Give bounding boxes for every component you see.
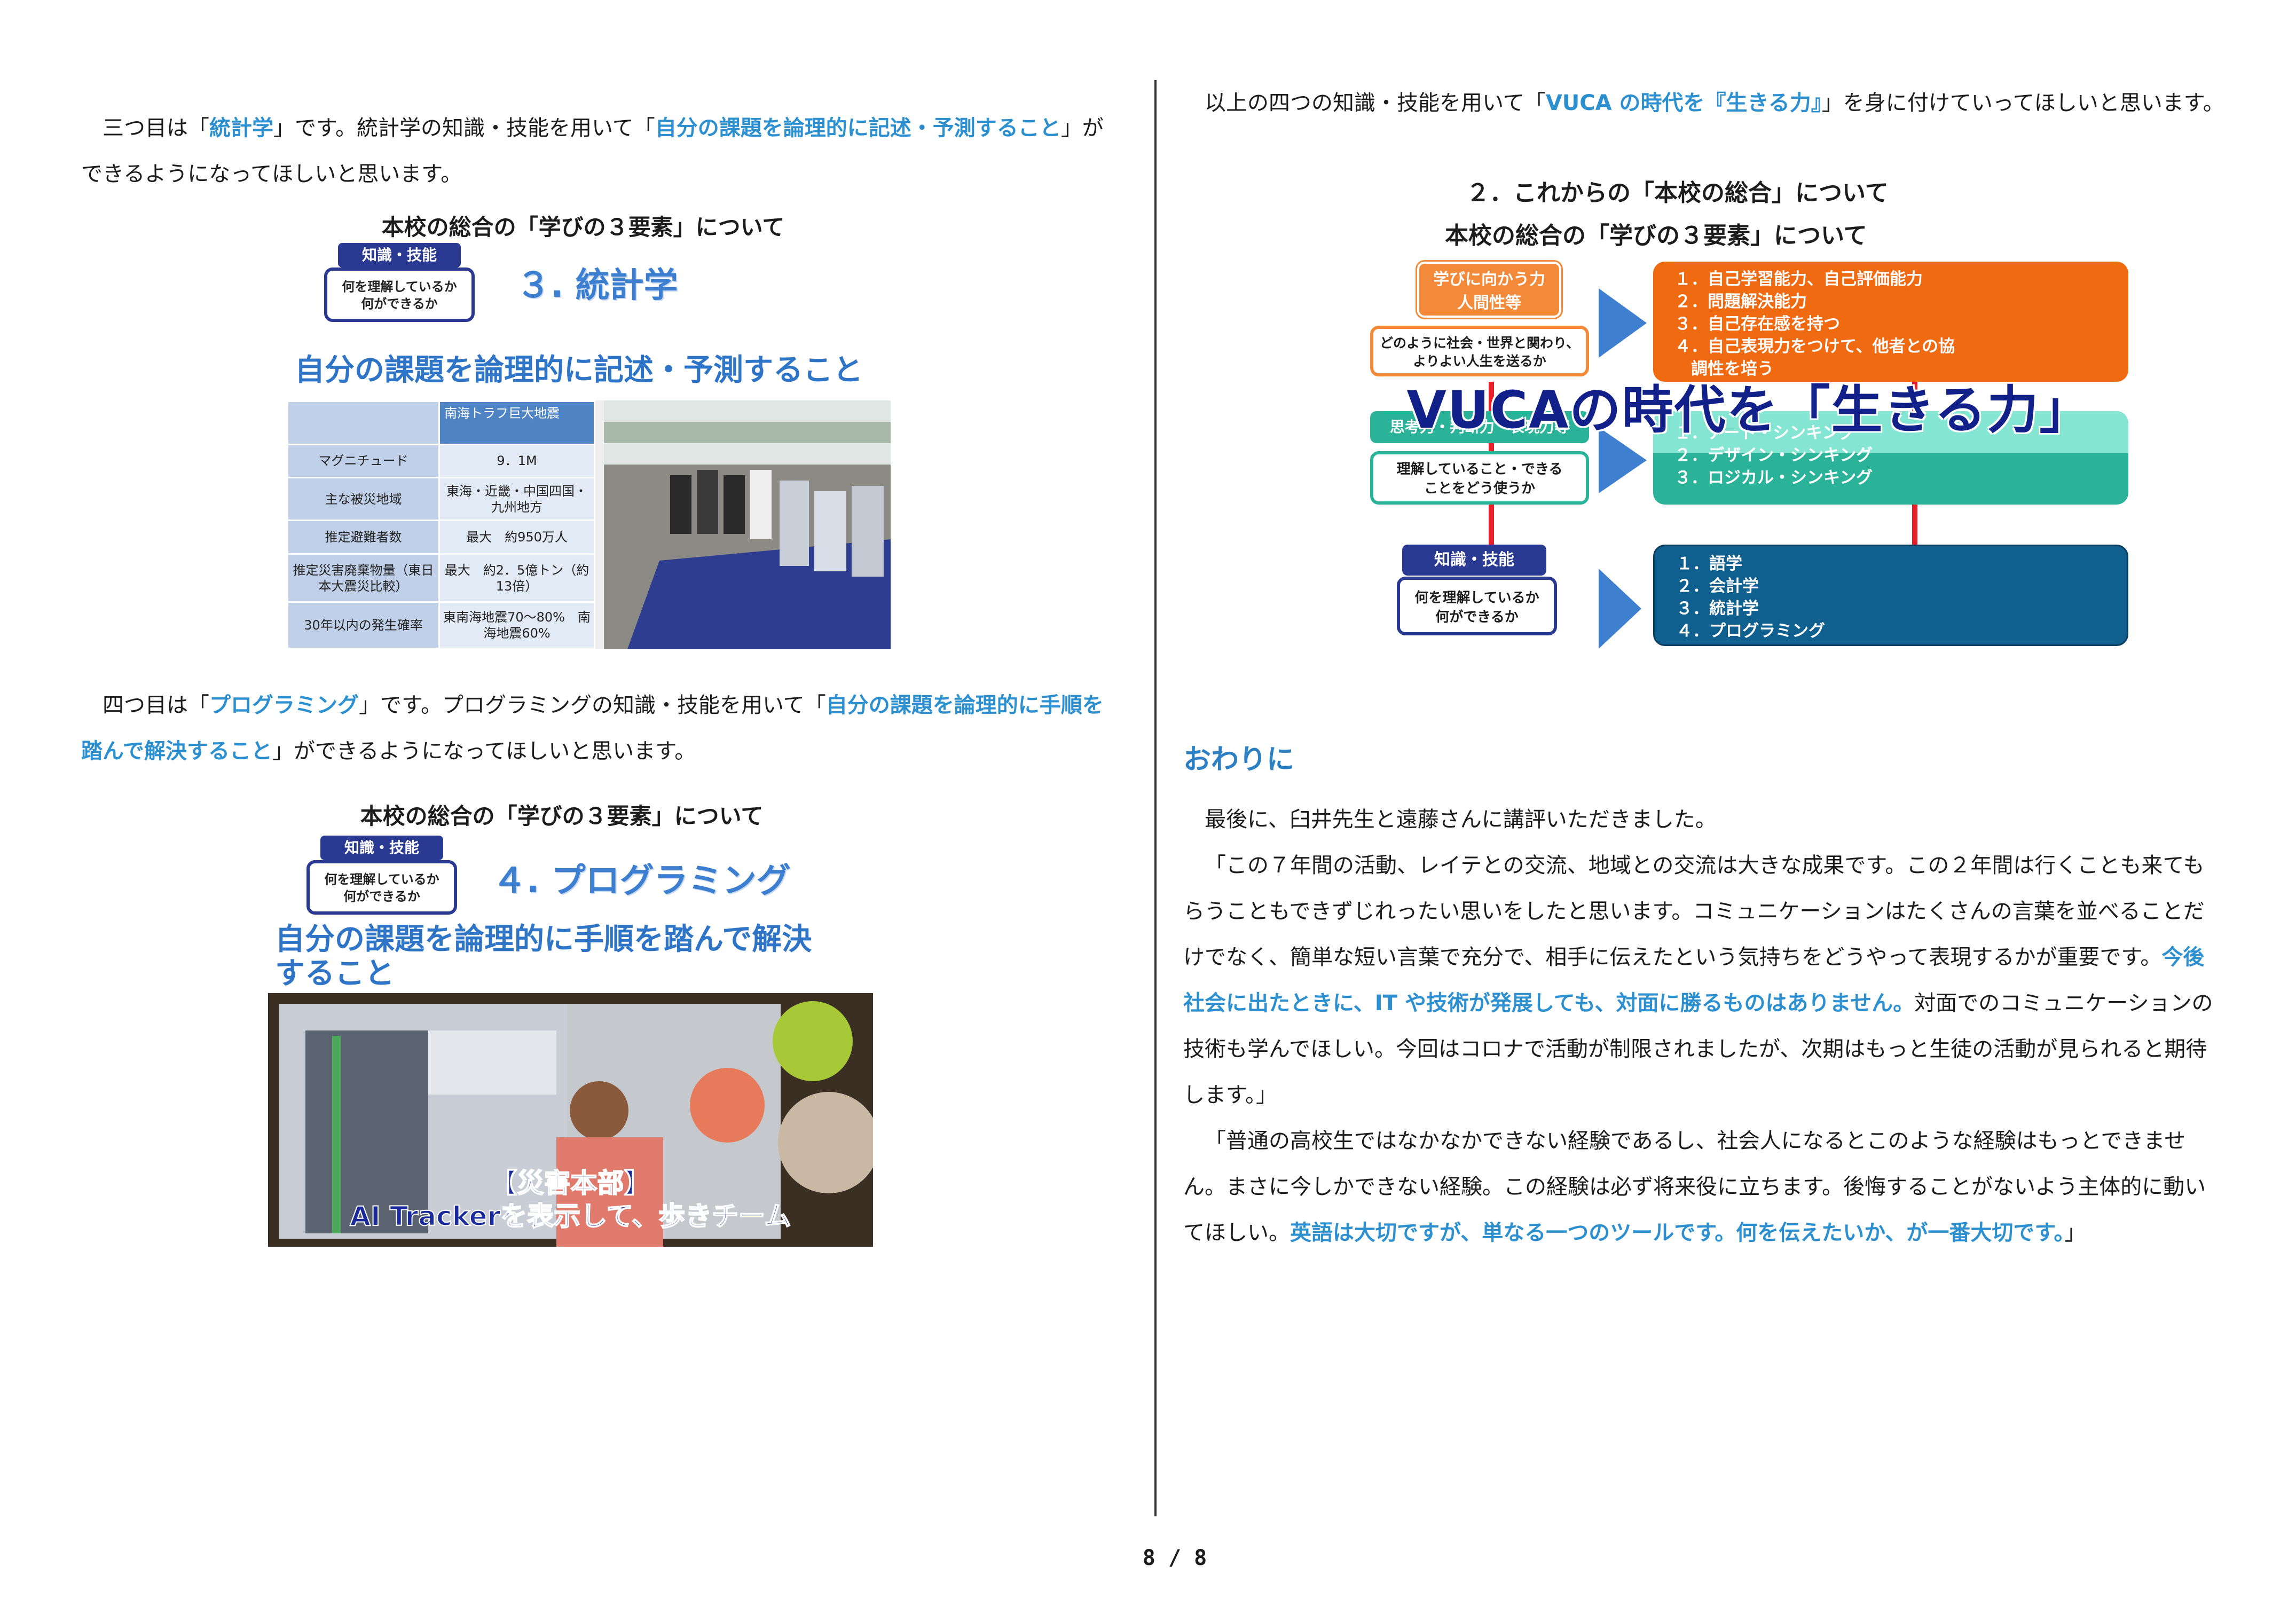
paragraph-comment-endo: 「普通の高校生ではなかなかできない経験であるし、社会人になるとこのような経験はも… (1183, 1129, 2206, 1245)
table-row-label: 主な被災地域 (286, 476, 441, 522)
slide1-title: 本校の総合の「学びの３要素」について (381, 214, 785, 240)
three-elements-diagram: 学びに向かう力 人間性等 どのように社会・世界と関わり、 よりよい人生を送るか … (1370, 262, 2128, 649)
photo-caption: 【災害本部】 AI Trackerを表示して、歩きチーム (349, 1167, 791, 1232)
badge-description: 何を理解しているか 何ができるか (324, 267, 475, 322)
slide2-heading: ４. プログラミング (492, 861, 791, 901)
table-row-value: 最大 約2．5億トン（約13倍） (438, 553, 595, 603)
badge-label: 知識・技能 (338, 243, 461, 267)
table-header: 南海トラフ巨大地震 (438, 400, 595, 445)
paragraph-closing-intro: 最後に、臼井先生と遠藤さんに講評いただきました。 (1205, 807, 1717, 832)
table-row-label: 30年以内の発生確率 (286, 601, 441, 649)
knowledge-items-box: １．語学 ２．会計学 ３．統計学 ４．プログラミング (1653, 545, 2128, 646)
attitude-items-box: １．自己学習能力、自己評価能力 ２．問題解決能力 ３．自己存在感を持つ ４．自己… (1653, 262, 2128, 382)
slide2-title: 本校の総合の「学びの３要素」について (360, 803, 764, 829)
page-number: 8 / 8 (1142, 1546, 1207, 1570)
badge-label: 知識・技能 (320, 836, 443, 860)
slide3-title: 本校の総合の「学びの３要素」について (1445, 222, 1867, 249)
paragraph-comment-usui: 「この７年間の活動、レイテとの交流、地域との交流は大きな成果です。この２年間は行… (1183, 853, 2213, 1107)
table-row-value: 東海・近畿・中国四国・九州地方 (438, 476, 595, 522)
column-divider (1154, 80, 1157, 1516)
table-corner-cell (286, 400, 441, 445)
learning-attitude-badge: 学びに向かう力 人間性等 (1417, 262, 1561, 318)
table-row-value: 東南海地震70～80% 南海地震60% (438, 601, 595, 649)
knowledge-skill-badge: 知識・技能 何を理解しているか 何ができるか (306, 836, 461, 921)
paragraph-statistics: 三つ目は「統計学」です。統計学の知識・技能を用いて「自分の課題を論理的に記述・予… (81, 116, 1104, 186)
evacuation-drill-photo (595, 400, 891, 649)
paragraph-programming: 四つ目は「プログラミング」です。プログラミングの知識・技能を用いて「自分の課題を… (81, 693, 1104, 764)
arrow-right-icon (1599, 569, 1641, 649)
arrow-right-icon (1599, 288, 1647, 358)
table-row-label: 推定避難者数 (286, 520, 441, 555)
knowledge-description-box: 何を理解しているか 何ができるか (1397, 577, 1557, 635)
vuca-overlay-title: VUCAの時代を「生きる力」 (1406, 380, 2092, 440)
table-row-label: 推定災害廃棄物量（東日本大震災比較） (286, 553, 441, 603)
disaster-hq-photo: 【災害本部】 AI Trackerを表示して、歩きチーム (268, 993, 873, 1247)
table-row-value: 9．1M (438, 443, 595, 478)
paragraph-vuca: 以上の四つの知識・技能を用いて「VUCA の時代を『生きる力』」を身に付けていっ… (1205, 91, 2224, 115)
table-row-label: マグニチュード (286, 443, 441, 478)
photo-illustration (595, 400, 891, 649)
knowledge-skill-label: 知識・技能 (1402, 545, 1546, 576)
slide1-heading: ３. 統計学 (516, 266, 678, 305)
badge-description: 何を理解しているか 何ができるか (306, 860, 457, 915)
application-box: 理解していること・できる ことをどう使うか (1370, 451, 1589, 505)
slide1-subheading: 自分の課題を論理的に記述・予測すること (295, 353, 863, 388)
slide2-subheading: 自分の課題を論理的に手順を踏んで解決 すること (275, 922, 812, 991)
section-heading-future: ２．これからの「本校の総合」について (1466, 179, 1889, 207)
knowledge-skill-badge: 知識・技能 何を理解しているか 何ができるか (324, 243, 479, 328)
earthquake-stats-table: 南海トラフ巨大地震 マグニチュード 9．1M 主な被災地域 東海・近畿・中国四国… (286, 400, 595, 649)
table-row-value: 最大 約950万人 (438, 520, 595, 555)
closing-section-title: おわりに (1183, 744, 1295, 776)
